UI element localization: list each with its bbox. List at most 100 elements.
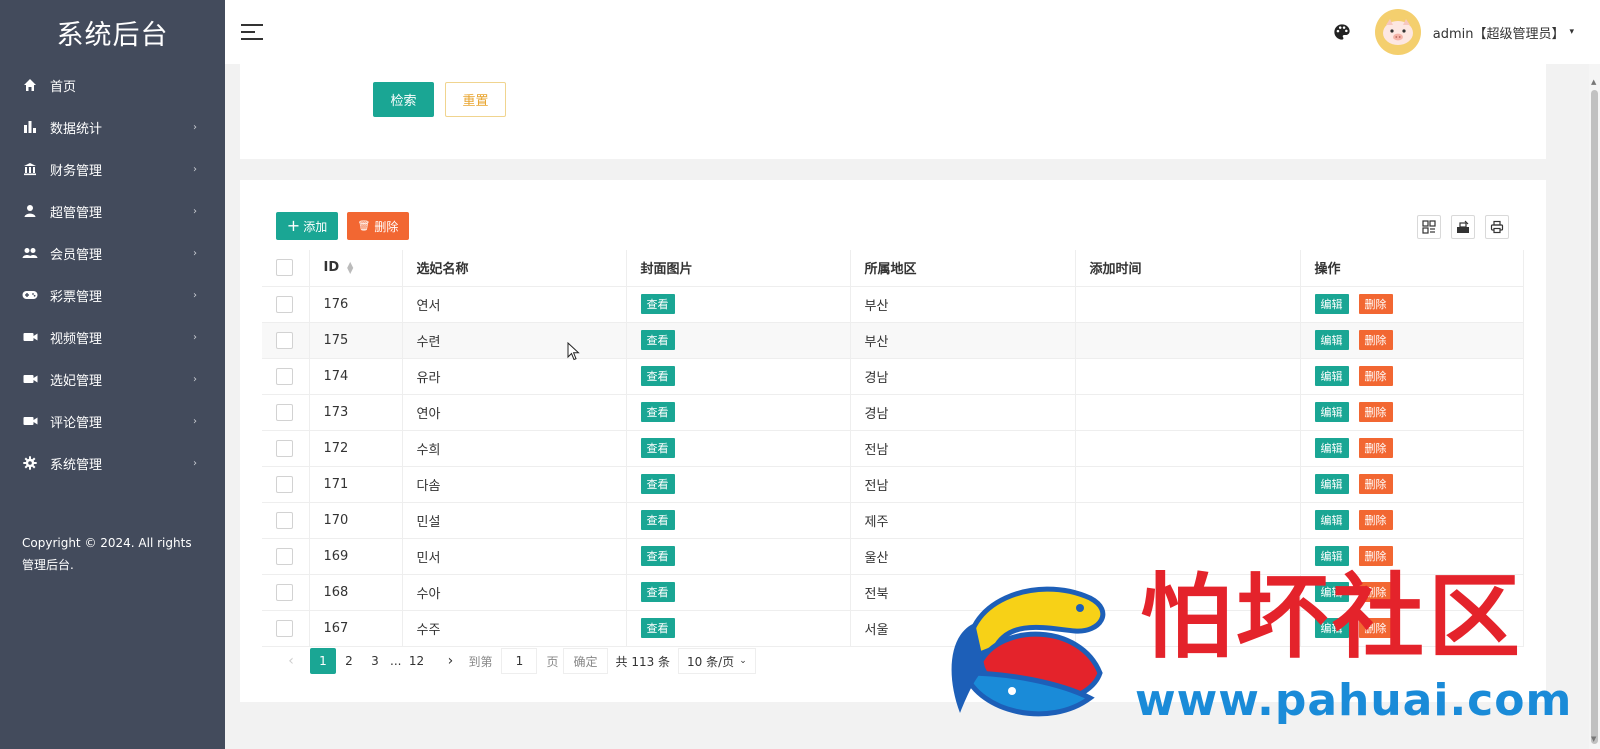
select-all-checkbox[interactable] [276,259,293,277]
search-button[interactable]: 检索 [373,82,434,117]
table-row[interactable]: 173 연아 查看 경남 编辑 删除 [262,394,1524,431]
scrollbar-thumb[interactable] [1591,90,1598,744]
view-button[interactable]: 查看 [640,582,675,602]
user-dropdown-caret-icon[interactable]: ▾ [1569,27,1574,37]
chevron-right-icon: › [193,205,197,217]
remove-button[interactable]: 删除 [1358,510,1393,530]
goto-confirm-button[interactable]: 确定 [563,648,608,674]
row-checkbox[interactable] [276,619,293,637]
edit-button[interactable]: 编辑 [1314,474,1349,494]
sidebar-item-label: 评论管理 [50,415,103,431]
sidebar-item-3[interactable]: 超管管理 › [0,190,225,232]
sidebar-item-9[interactable]: 系统管理 › [0,442,225,484]
gamepad-icon [22,287,38,303]
table-row[interactable]: 171 다솜 查看 전남 编辑 删除 [262,466,1524,503]
edit-button[interactable]: 编辑 [1314,366,1349,386]
palette-icon[interactable] [1333,23,1351,41]
sidebar-item-1[interactable]: 数据统计 › [0,106,225,148]
export-icon[interactable] [1451,215,1475,239]
table-row[interactable]: 172 수희 查看 전남 编辑 删除 [262,430,1524,467]
avatar[interactable] [1374,9,1421,55]
chevron-right-icon: › [193,247,197,259]
remove-button[interactable]: 删除 [1358,438,1393,458]
row-checkbox[interactable] [276,331,293,349]
column-header-actions: 操作 [1300,250,1524,287]
sidebar-item-2[interactable]: 财务管理 › [0,148,225,190]
sidebar-item-7[interactable]: 选妃管理 › [0,358,225,400]
columns-filter-icon[interactable] [1417,215,1441,239]
edit-button[interactable]: 编辑 [1314,294,1349,314]
page-2-button[interactable]: 2 [336,648,362,674]
gear-icon [22,455,38,471]
chevron-down-icon: ⌄ [739,656,747,666]
view-button[interactable]: 查看 [640,366,675,386]
edit-button[interactable]: 编辑 [1314,510,1349,530]
view-button[interactable]: 查看 [640,402,675,422]
remove-button[interactable]: 删除 [1358,294,1393,314]
view-button[interactable]: 查看 [640,546,675,566]
row-checkbox[interactable] [276,403,293,421]
remove-button[interactable]: 删除 [1358,402,1393,422]
view-button[interactable]: 查看 [640,330,675,350]
sidebar-item-6[interactable]: 视频管理 › [0,316,225,358]
delete-button[interactable]: 🗑 删除 [347,212,409,240]
table-row[interactable]: 175 수련 查看 부산 编辑 删除 [262,322,1524,359]
remove-button[interactable]: 删除 [1358,474,1393,494]
column-header-id[interactable]: ID ▲ ▼ [309,250,403,287]
chevron-right-icon: › [193,457,197,469]
row-checkbox[interactable] [276,511,293,529]
view-button[interactable]: 查看 [640,510,675,530]
cell-cover: 查看 [626,610,851,647]
view-button[interactable]: 查看 [640,294,675,314]
row-select-cell [262,430,310,467]
cell-name: 수련 [402,322,627,359]
sidebar-item-0[interactable]: 首页 [0,64,225,106]
view-button[interactable]: 查看 [640,438,675,458]
row-select-cell [262,574,310,611]
remove-button[interactable]: 删除 [1358,366,1393,386]
sidebar-item-4[interactable]: 会员管理 › [0,232,225,274]
prev-page-icon[interactable]: ‹ [278,648,304,674]
scroll-up-icon[interactable]: ▲ [1591,78,1596,86]
table-row[interactable]: 170 민설 查看 제주 编辑 删除 [262,502,1524,539]
cell-region: 부산 [850,286,1076,323]
view-button[interactable]: 查看 [640,618,675,638]
video-icon [22,371,38,387]
edit-button[interactable]: 编辑 [1314,438,1349,458]
view-button[interactable]: 查看 [640,474,675,494]
sidebar-item-8[interactable]: 评论管理 › [0,400,225,442]
page-3-button[interactable]: 3 [362,648,388,674]
sidebar-item-label: 彩票管理 [50,289,103,305]
cell-id: 169 [309,538,403,575]
remove-button[interactable]: 删除 [1358,330,1393,350]
cell-id: 167 [309,610,403,647]
row-checkbox[interactable] [276,547,293,565]
edit-button[interactable]: 编辑 [1314,330,1349,350]
page-size-select[interactable]: 10 条/页 ⌄ [678,648,756,674]
row-checkbox[interactable] [276,439,293,457]
goto-page-input[interactable]: 1 [501,648,538,674]
reset-button[interactable]: 重置 [445,82,506,117]
row-checkbox[interactable] [276,475,293,493]
page-last-button[interactable]: 12 [403,648,429,674]
sort-icon[interactable]: ▲ ▼ [347,260,353,274]
row-checkbox[interactable] [276,583,293,601]
user-name[interactable]: admin【超级管理员】 [1433,23,1565,42]
scroll-down-icon[interactable]: ▼ [1591,735,1596,743]
page-scrollbar[interactable]: ▲ ▼ [1589,64,1600,749]
row-checkbox[interactable] [276,295,293,313]
cell-region: 전남 [850,430,1076,467]
menu-toggle-icon[interactable] [241,24,263,40]
cell-actions: 编辑 删除 [1300,502,1524,539]
table-row[interactable]: 174 유라 查看 경남 编辑 删除 [262,358,1524,395]
table-tools [1417,215,1509,239]
print-icon[interactable] [1485,215,1509,239]
row-checkbox[interactable] [276,367,293,385]
page-1-button[interactable]: 1 [310,648,336,674]
sidebar-item-5[interactable]: 彩票管理 › [0,274,225,316]
chevron-right-icon: › [193,331,197,343]
add-button[interactable]: + 添加 [276,212,338,240]
edit-button[interactable]: 编辑 [1314,402,1349,422]
table-row[interactable]: 176 연서 查看 부산 编辑 删除 [262,286,1524,323]
next-page-icon[interactable]: › [437,648,463,674]
